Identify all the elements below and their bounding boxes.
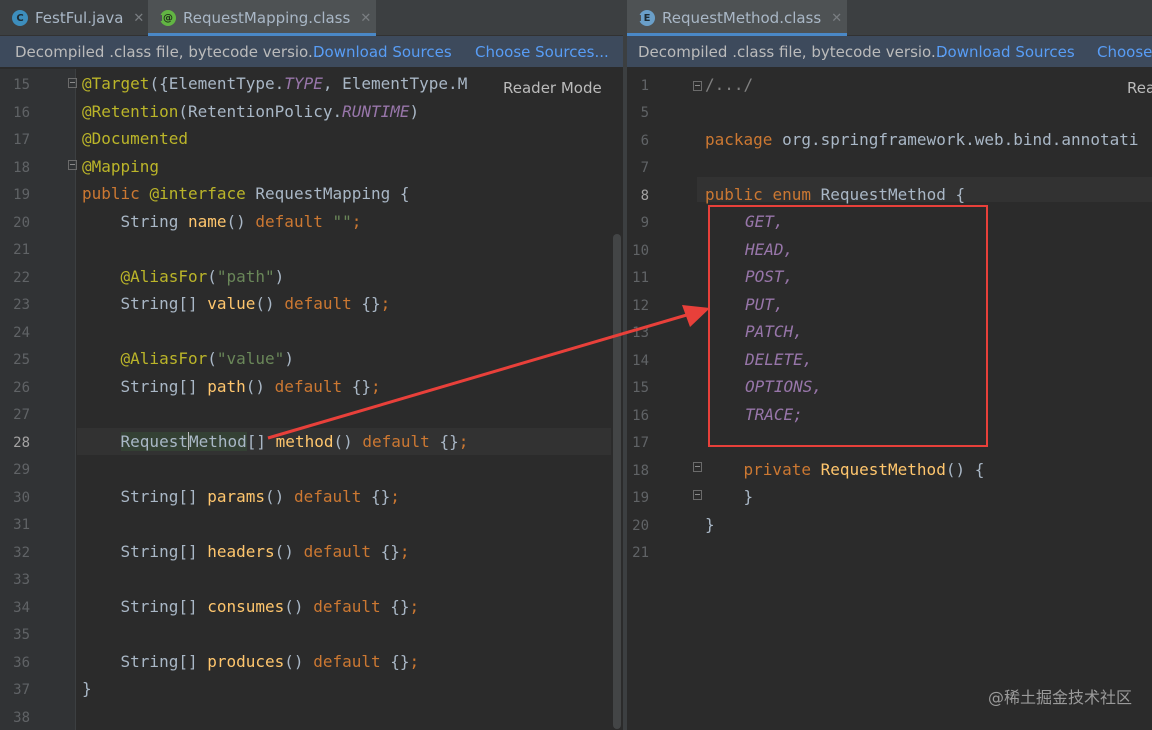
tab-requestmethod-class[interactable]: E RequestMethod.class ✕ (627, 0, 847, 36)
decompiled-message: Decompiled .class file, bytecode versio.… (638, 43, 946, 61)
line-number: 11 (632, 270, 649, 286)
line-number: 27 (13, 407, 30, 423)
line-number: 13 (632, 325, 649, 341)
code-line-15: @Target({ElementType.TYPE, ElementType.M (82, 74, 468, 93)
line-number: 15 (13, 77, 30, 93)
watermark: @稀土掘金技术社区 (987, 688, 1132, 707)
code-line-1: /.../ (705, 75, 754, 94)
line-number: 21 (13, 242, 30, 258)
code-line-8: public enum RequestMethod { (705, 185, 966, 204)
left-editor-pane: C FestFul.java ✕ @ RequestMapping.class … (0, 0, 623, 730)
reader-mode-button[interactable]: Rea (1121, 77, 1152, 99)
line-number: 21 (632, 545, 649, 561)
line-number: 12 (632, 298, 649, 314)
vertical-scrollbar[interactable] (613, 234, 621, 729)
line-number: 28 (13, 435, 30, 451)
code-line-23: String[] value() default {}; (82, 294, 391, 313)
line-number: 16 (632, 408, 649, 424)
line-number: 6 (640, 133, 649, 149)
line-number: 29 (13, 462, 30, 478)
code-editor[interactable]: 15 16 17 18 19 20 21 22 23 24 25 26 27 28 29 30 31 32 33 34… (0, 69, 623, 730)
reader-mode-button[interactable]: Reader Mode (497, 77, 608, 99)
download-sources-link[interactable]: Download Sources (936, 43, 1075, 61)
line-number: 19 (632, 490, 649, 506)
line-number: 10 (632, 243, 649, 259)
line-number: 32 (13, 545, 30, 561)
fold-icon[interactable] (68, 78, 77, 88)
tab-label: RequestMapping.class (183, 9, 351, 27)
line-number: 22 (13, 270, 30, 286)
close-icon[interactable]: ✕ (133, 11, 144, 26)
line-number: 38 (13, 710, 30, 726)
line-number: 30 (13, 490, 30, 506)
enum-icon: E (637, 10, 655, 26)
code-line-18: @Mapping (82, 157, 160, 176)
decompiled-message: Decompiled .class file, bytecode versio.… (15, 43, 323, 61)
line-number: 31 (13, 517, 30, 533)
line-number: 23 (13, 297, 30, 313)
download-sources-link[interactable]: Download Sources (313, 43, 452, 61)
line-number: 1 (640, 78, 649, 94)
line-number: 16 (13, 105, 30, 121)
tab-requestmapping-class[interactable]: @ RequestMapping.class ✕ (148, 0, 376, 36)
code-line-25: @AliasFor("value") (82, 349, 294, 368)
code-line-6: package org.springframework.web.bind.ann… (705, 130, 1139, 149)
line-number: 36 (13, 655, 30, 671)
right-tab-bar: E RequestMethod.class ✕ (627, 0, 1152, 36)
code-line-19: } (705, 487, 754, 506)
decompiled-info-bar: Decompiled .class file, bytecode versio.… (0, 36, 623, 68)
code-line-26: String[] path() default {}; (82, 377, 381, 396)
tab-festful-java[interactable]: C FestFul.java ✕ (0, 0, 148, 36)
line-number: 17 (13, 132, 30, 148)
decompiled-info-bar: Decompiled .class file, bytecode versio.… (627, 36, 1152, 68)
enum-values-highlight-box (708, 205, 988, 447)
code-line-30: String[] params() default {}; (82, 487, 400, 506)
line-number: 33 (13, 572, 30, 588)
left-tab-bar: C FestFul.java ✕ @ RequestMapping.class … (0, 0, 623, 36)
code-line-37: } (82, 679, 92, 698)
code-line-16: @Retention(RetentionPolicy.RUNTIME) (82, 102, 420, 121)
choose-sources-link[interactable]: Choose (1097, 43, 1152, 61)
line-number: 5 (640, 105, 649, 121)
line-number: 20 (632, 518, 649, 534)
line-number: 19 (13, 187, 30, 203)
code-line-20: } (705, 515, 715, 534)
line-number: 7 (640, 160, 649, 176)
line-number: 24 (13, 325, 30, 341)
code-line-22: @AliasFor("path") (82, 267, 285, 286)
tab-label: FestFul.java (35, 9, 124, 27)
code-line-20: String name() default ""; (82, 212, 362, 231)
line-number: 18 (13, 160, 30, 176)
line-number: 17 (632, 435, 649, 451)
annotation-icon: @ (158, 10, 176, 26)
close-icon[interactable]: ✕ (831, 11, 842, 26)
fold-icon[interactable] (693, 490, 702, 500)
line-number: 15 (632, 380, 649, 396)
code-line-28: RequestMethod[] method() default {}; (120, 432, 469, 451)
fold-icon[interactable] (68, 160, 77, 170)
code-line-36: String[] produces() default {}; (82, 652, 420, 671)
line-number: 18 (632, 463, 649, 479)
line-number: 35 (13, 627, 30, 643)
fold-icon[interactable] (693, 81, 702, 91)
class-icon: C (12, 10, 28, 26)
line-number: 25 (13, 352, 30, 368)
close-icon[interactable]: ✕ (360, 11, 371, 26)
line-number: 9 (640, 215, 649, 231)
line-number: 20 (13, 215, 30, 231)
code-line-32: String[] headers() default {}; (82, 542, 410, 561)
line-number: 37 (13, 682, 30, 698)
line-number: 26 (13, 380, 30, 396)
choose-sources-link[interactable]: Choose Sources... (475, 43, 609, 61)
tab-label: RequestMethod.class (662, 9, 822, 27)
code-line-18: private RequestMethod() { (705, 460, 985, 479)
code-line-17: @Documented (82, 129, 188, 148)
fold-icon[interactable] (693, 462, 702, 472)
line-number: 34 (13, 600, 30, 616)
code-line-34: String[] consumes() default {}; (82, 597, 420, 616)
code-line-19: public @interface RequestMapping { (82, 184, 410, 203)
line-number: 14 (632, 353, 649, 369)
line-number: 8 (640, 188, 649, 204)
